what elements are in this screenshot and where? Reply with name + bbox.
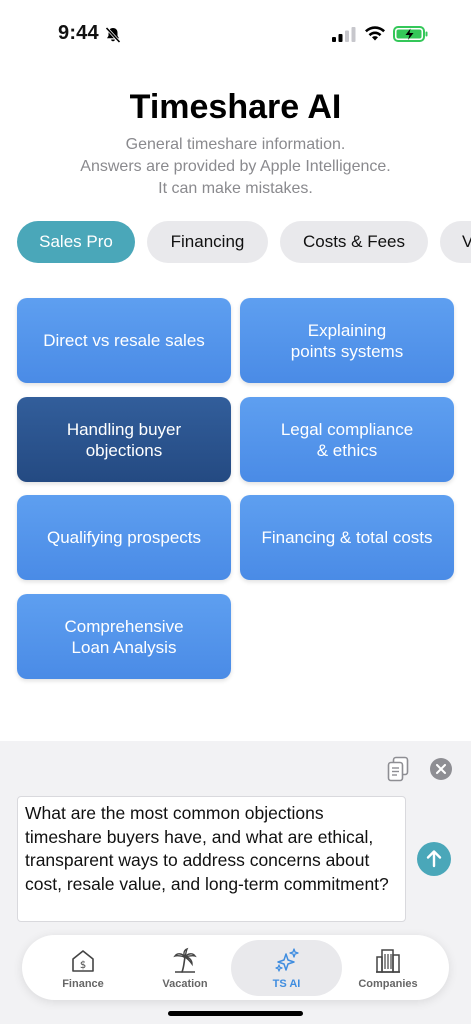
topic-label-line: Explaining bbox=[307, 320, 387, 340]
clear-icon[interactable] bbox=[430, 758, 452, 780]
topic-card-financing-costs[interactable]: Financing & total costs bbox=[240, 495, 454, 580]
topic-label: Direct vs resale sales bbox=[43, 331, 205, 350]
topic-label-line: Handling buyer bbox=[66, 419, 182, 439]
status-bar: 9:44 bbox=[0, 0, 471, 70]
tab-bar-companies[interactable]: Companies bbox=[338, 935, 438, 1000]
topic-card-points-systems[interactable]: Explaining points systems bbox=[240, 298, 454, 383]
topic-label: Comprehensive Loan Analysis bbox=[64, 616, 183, 658]
page-title: Timeshare AI bbox=[129, 88, 342, 126]
bottom-tab-bar: $ Finance Vacation TS AI Companies bbox=[22, 935, 449, 1000]
topic-label: Qualifying prospects bbox=[46, 528, 202, 547]
topic-label-line: Legal compliance bbox=[280, 419, 414, 439]
close-icon bbox=[436, 764, 446, 774]
topic-card-legal-compliance[interactable]: Legal compliance & ethics bbox=[240, 397, 454, 482]
subtitle-line: Answers are provided by Apple Intelligen… bbox=[80, 158, 391, 175]
topic-label-line: Loan Analysis bbox=[71, 637, 177, 657]
svg-text:$: $ bbox=[80, 960, 86, 971]
wifi-icon bbox=[365, 26, 385, 41]
topic-card-qualifying-prospects[interactable]: Qualifying prospects bbox=[17, 495, 231, 580]
tab-sales-pro[interactable]: Sales Pro bbox=[17, 221, 135, 263]
topic-card-loan-analysis[interactable]: Comprehensive Loan Analysis bbox=[17, 594, 231, 679]
subtitle-line: It can make mistakes. bbox=[158, 180, 313, 197]
palm-tree-icon bbox=[173, 947, 197, 973]
topic-card-buyer-objections[interactable]: Handling buyer objections bbox=[17, 397, 231, 482]
tab-bar-vacation[interactable]: Vacation bbox=[135, 935, 235, 1000]
send-button[interactable] bbox=[417, 842, 451, 876]
tab-costs-fees[interactable]: Costs & Fees bbox=[280, 221, 428, 263]
prompt-input[interactable]: What are the most common objections time… bbox=[17, 796, 406, 922]
topic-label-line: Comprehensive bbox=[64, 616, 184, 636]
sparkles-icon bbox=[274, 948, 299, 972]
tab-bar-label: Finance bbox=[62, 978, 104, 990]
arrow-up-icon bbox=[426, 850, 442, 868]
bell-muted-icon bbox=[105, 26, 121, 44]
topic-card-direct-vs-resale[interactable]: Direct vs resale sales bbox=[17, 298, 231, 383]
buildings-icon bbox=[376, 949, 400, 973]
topic-label: Explaining points systems bbox=[291, 320, 403, 362]
tab-v[interactable]: V bbox=[440, 221, 471, 263]
topic-label-line: objections bbox=[85, 440, 163, 460]
tab-bar-ts-ai[interactable]: TS AI bbox=[231, 940, 342, 996]
house-dollar-icon: $ bbox=[72, 950, 94, 972]
cellular-signal-icon bbox=[332, 27, 356, 42]
tab-bar-label: Vacation bbox=[162, 978, 208, 990]
tab-bar-label: TS AI bbox=[272, 978, 301, 990]
battery-charging-icon bbox=[393, 26, 428, 42]
topic-label: Legal compliance & ethics bbox=[281, 419, 413, 461]
tab-bar-label: Companies bbox=[358, 978, 418, 990]
copy-icon[interactable] bbox=[386, 756, 410, 782]
category-tabs: Sales Pro Financing Costs & Fees V bbox=[17, 221, 471, 263]
topic-label: Financing & total costs bbox=[261, 528, 433, 547]
subtitle-line: General timeshare information. bbox=[125, 136, 346, 153]
status-time: 9:44 bbox=[58, 22, 99, 44]
tab-bar-finance[interactable]: $ Finance bbox=[33, 935, 133, 1000]
screen: 9:44 Timeshare AI General timeshare info… bbox=[0, 0, 471, 1024]
topic-label: Handling buyer objections bbox=[67, 419, 181, 461]
topic-label-line: points systems bbox=[290, 341, 404, 361]
topic-label-line: & ethics bbox=[316, 440, 378, 460]
tab-financing[interactable]: Financing bbox=[147, 221, 268, 263]
home-indicator bbox=[168, 1011, 303, 1016]
